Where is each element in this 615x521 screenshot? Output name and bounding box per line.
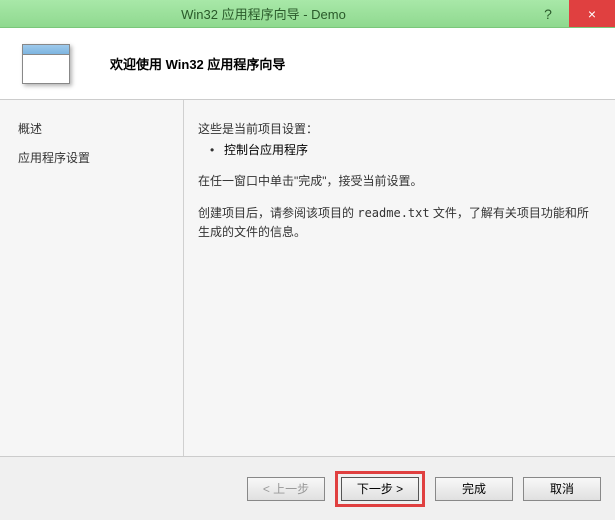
settings-intro: 这些是当前项目设置： bbox=[198, 120, 595, 139]
titlebar: Win32 应用程序向导 - Demo ? × bbox=[0, 0, 615, 28]
next-button[interactable]: 下一步 > bbox=[341, 477, 419, 501]
wizard-footer: < 上一步 下一步 > 完成 取消 bbox=[0, 456, 615, 520]
wizard-content: 这些是当前项目设置： 控制台应用程序 在任一窗口中单击"完成"，接受当前设置。 … bbox=[184, 100, 615, 456]
finish-button[interactable]: 完成 bbox=[435, 477, 513, 501]
window-title: Win32 应用程序向导 - Demo bbox=[0, 4, 527, 23]
wizard-icon bbox=[22, 44, 70, 84]
titlebar-buttons: ? × bbox=[527, 0, 615, 27]
wizard-welcome-text: 欢迎使用 Win32 应用程序向导 bbox=[110, 54, 285, 73]
readme-filename: readme.txt bbox=[357, 206, 429, 220]
sidebar-item-app-settings[interactable]: 应用程序设置 bbox=[18, 149, 165, 166]
prev-button: < 上一步 bbox=[247, 477, 325, 501]
settings-bullet-console: 控制台应用程序 bbox=[198, 141, 595, 160]
para2-part-a: 创建项目后，请参阅该项目的 bbox=[198, 206, 357, 220]
help-button[interactable]: ? bbox=[527, 0, 569, 27]
close-button[interactable]: × bbox=[569, 0, 615, 27]
wizard-sidebar: 概述 应用程序设置 bbox=[0, 100, 184, 456]
content-para-finish: 在任一窗口中单击"完成"，接受当前设置。 bbox=[198, 172, 595, 191]
content-para-readme: 创建项目后，请参阅该项目的 readme.txt 文件，了解有关项目功能和所生成… bbox=[198, 204, 595, 242]
wizard-header: 欢迎使用 Win32 应用程序向导 bbox=[0, 28, 615, 100]
cancel-button[interactable]: 取消 bbox=[523, 477, 601, 501]
next-button-highlight: 下一步 > bbox=[335, 471, 425, 507]
sidebar-item-overview[interactable]: 概述 bbox=[18, 120, 165, 137]
wizard-main: 概述 应用程序设置 这些是当前项目设置： 控制台应用程序 在任一窗口中单击"完成… bbox=[0, 100, 615, 456]
